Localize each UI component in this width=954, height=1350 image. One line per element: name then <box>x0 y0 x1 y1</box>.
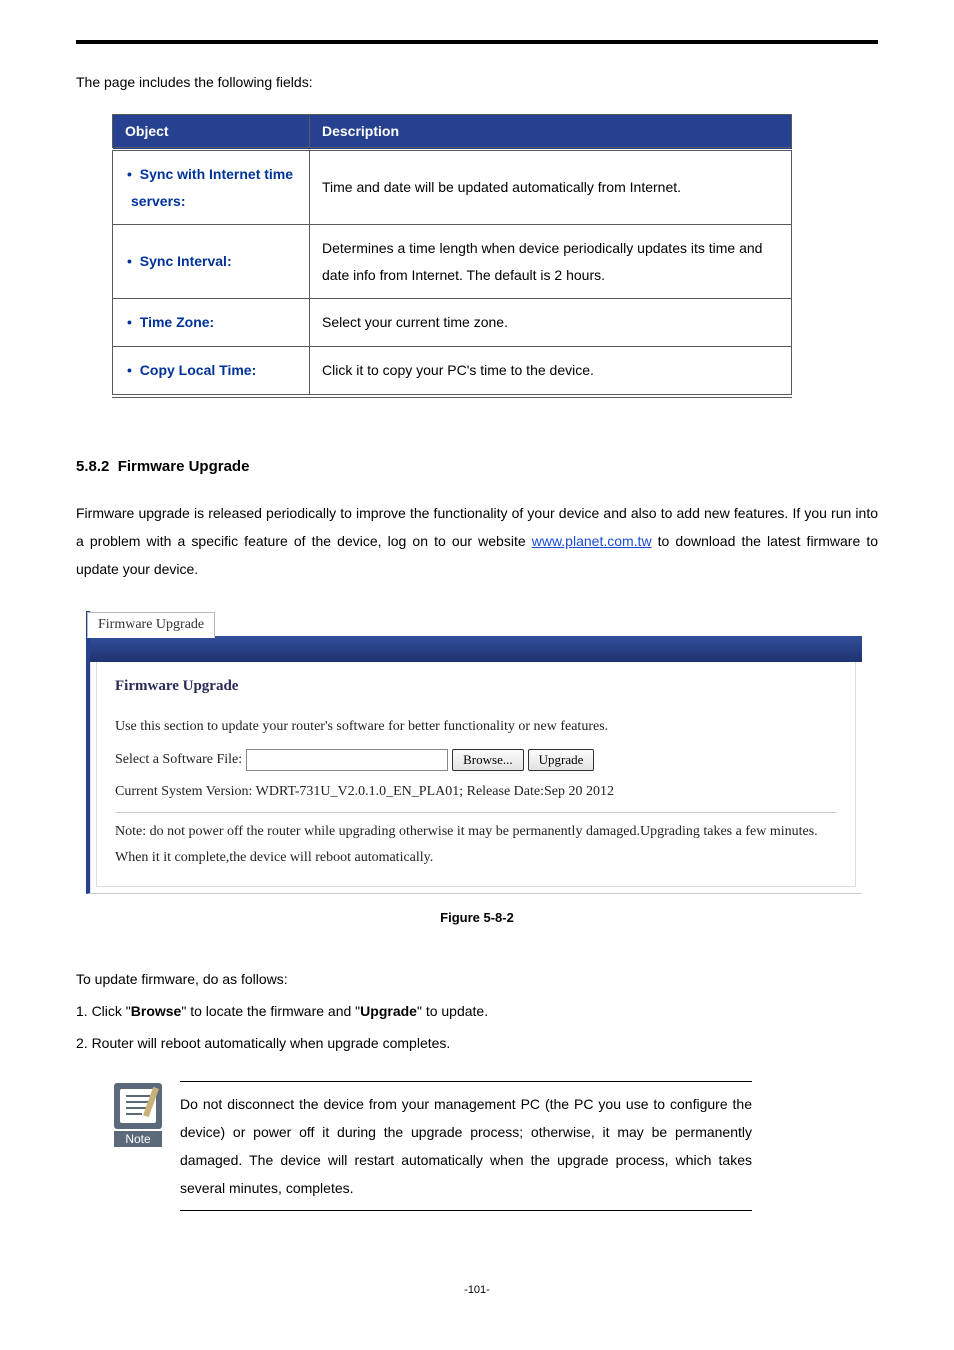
software-file-input[interactable] <box>246 749 448 771</box>
note-icon: Note <box>112 1081 164 1211</box>
object-cell: Time Zone: <box>113 299 310 347</box>
object-cell: Sync with Internet time servers: <box>113 149 310 225</box>
steps-block: To update firmware, do as follows: 1. Cl… <box>76 965 878 1057</box>
table-header-row: Object Description <box>113 115 792 150</box>
screenshot-body: Firmware Upgrade Use this section to upd… <box>96 662 856 887</box>
section-heading: 5.8.2 Firmware Upgrade <box>76 458 878 475</box>
description-cell: Time and date will be updated automatica… <box>310 149 792 225</box>
section-title: Firmware Upgrade <box>118 458 250 475</box>
screenshot-note: Note: do not power off the router while … <box>115 819 837 872</box>
figure-caption: Figure 5-8-2 <box>76 910 878 925</box>
svg-text:Note: Note <box>125 1132 151 1146</box>
step1-post: " to update. <box>417 1003 488 1019</box>
upgrade-button[interactable]: Upgrade <box>528 749 595 771</box>
file-label: Select a Software File: <box>115 747 242 774</box>
header-object: Object <box>113 115 310 150</box>
description-cell: Determines a time length when device per… <box>310 225 792 299</box>
version-line: Current System Version: WDRT-731U_V2.0.1… <box>115 779 837 806</box>
table-row: Sync with Internet time servers: Time an… <box>113 149 792 225</box>
firmware-upgrade-screenshot: Firmware Upgrade Firmware Upgrade Use th… <box>86 611 862 894</box>
header-description: Description <box>310 115 792 150</box>
description-cell: Click it to copy your PC's time to the d… <box>310 346 792 395</box>
fields-table: Object Description Sync with Internet ti… <box>112 114 792 398</box>
step-1: 1. Click "Browse" to locate the firmware… <box>76 997 878 1025</box>
steps-intro: To update firmware, do as follows: <box>76 965 878 993</box>
screenshot-intro: Use this section to update your router's… <box>115 714 837 741</box>
table-row: Time Zone: Select your current time zone… <box>113 299 792 347</box>
screenshot-heading: Firmware Upgrade <box>115 672 837 701</box>
table-row: Copy Local Time: Click it to copy your P… <box>113 346 792 395</box>
table-row: Sync Interval: Determines a time length … <box>113 225 792 299</box>
step1-browse: Browse <box>131 1003 182 1019</box>
step1-mid: " to locate the firmware and " <box>181 1003 360 1019</box>
intro-text: The page includes the following fields: <box>76 68 878 96</box>
section-paragraph: Firmware upgrade is released periodicall… <box>76 499 878 583</box>
object-cell: Sync Interval: <box>113 225 310 299</box>
screenshot-titlebar <box>90 636 862 662</box>
step1-pre: 1. Click " <box>76 1003 131 1019</box>
note-block: Note Do not disconnect the device from y… <box>112 1081 752 1211</box>
description-cell: Select your current time zone. <box>310 299 792 347</box>
section-number: 5.8.2 <box>76 458 109 475</box>
divider <box>115 812 837 813</box>
browse-button[interactable]: Browse... <box>452 749 523 771</box>
page-number: -101- <box>0 1284 954 1296</box>
screenshot-tab: Firmware Upgrade <box>87 612 215 638</box>
top-rule <box>76 40 878 44</box>
object-cell: Copy Local Time: <box>113 346 310 395</box>
note-text: Do not disconnect the device from your m… <box>180 1081 752 1211</box>
step1-upgrade: Upgrade <box>360 1003 417 1019</box>
step-2: 2. Router will reboot automatically when… <box>76 1029 878 1057</box>
website-link[interactable]: www.planet.com.tw <box>532 533 652 549</box>
